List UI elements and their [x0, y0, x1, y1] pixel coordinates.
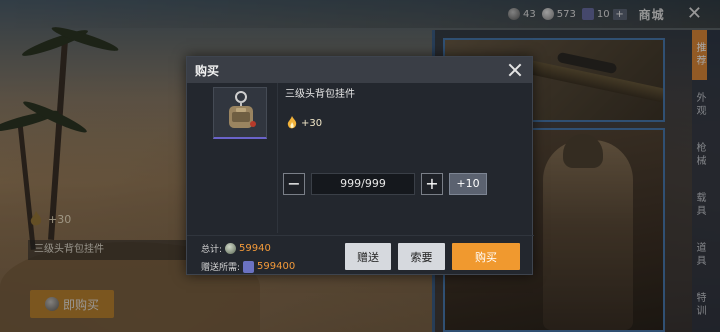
purchase-dialog: 购买 三级头背包挂件 +30 − 999/999 + +10 总计: 59940: [186, 56, 534, 275]
gift-cost-row: 赠送所需: 599400: [201, 260, 295, 273]
gift-cost-value: 599400: [257, 261, 296, 272]
quantity-field[interactable]: 999/999: [311, 173, 415, 195]
flame-icon: [287, 116, 297, 129]
backpack-charm-icon: [229, 91, 256, 128]
request-button[interactable]: 索要: [398, 243, 445, 270]
increase-button[interactable]: +: [421, 173, 443, 195]
item-thumbnail: [213, 87, 267, 139]
item-name: 三级头背包挂件: [285, 89, 355, 100]
quantity-stepper: − 999/999 + +10: [283, 173, 487, 195]
divider: [277, 83, 278, 233]
plus-ten-button[interactable]: +10: [449, 173, 487, 195]
dialog-title: 购买: [195, 63, 220, 78]
coin-icon: [225, 243, 237, 254]
item-bonus-value: +30: [301, 117, 323, 129]
decrease-button[interactable]: −: [283, 173, 305, 195]
gift-button[interactable]: 赠送: [345, 243, 391, 270]
dialog-header: 购买: [187, 57, 532, 83]
footer-divider: [187, 235, 534, 236]
card-icon: [243, 260, 255, 273]
total-row: 总计: 59940: [201, 242, 271, 255]
item-bonus: +30: [285, 115, 322, 131]
gift-cost-label: 赠送所需:: [201, 263, 241, 273]
total-value: 59940: [239, 243, 271, 254]
close-icon[interactable]: [506, 61, 524, 79]
buy-button[interactable]: 购买: [452, 243, 520, 270]
total-label: 总计:: [201, 245, 223, 255]
